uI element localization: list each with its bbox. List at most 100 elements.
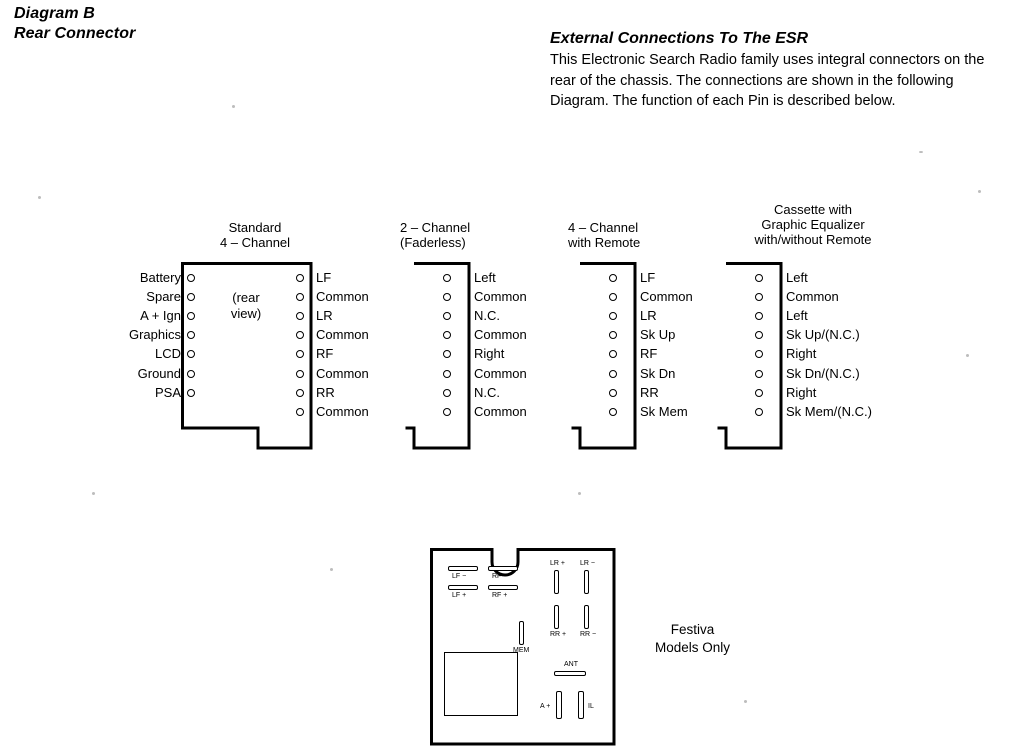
pin-label: Sk Mem/(N.C.) (786, 403, 872, 419)
pin-hole[interactable] (443, 402, 451, 421)
pin-label: Right (786, 346, 817, 362)
pin-label: Left (786, 269, 808, 285)
terminal-slot-il[interactable] (578, 691, 584, 719)
terminal-slot-rr-plus[interactable] (554, 605, 559, 629)
pin-label: Common (316, 327, 369, 343)
pin-label: Sk Mem (640, 403, 688, 419)
pin-label: Battery (139, 269, 181, 285)
pin-label: LR (316, 307, 333, 323)
pin-hole[interactable] (296, 306, 304, 325)
pin-labels-cassette: Left Common Left Sk Up/(N.C.) Right Sk D… (786, 268, 946, 422)
pin-hole[interactable] (443, 268, 451, 287)
pin-label: RF (316, 346, 334, 362)
pin-column-left-standard (187, 268, 195, 402)
pin-hole[interactable] (609, 383, 617, 402)
pin-label: Common (474, 288, 527, 304)
pin-hole[interactable] (296, 402, 304, 421)
pin-hole[interactable] (755, 345, 763, 364)
pin-hole[interactable] (755, 268, 763, 287)
pin-label: Common (640, 288, 693, 304)
pin-label: Common (474, 327, 527, 343)
pin-hole[interactable] (443, 364, 451, 383)
pin-label: Left (474, 269, 496, 285)
pin-column-two-channel (443, 268, 451, 422)
pin-label: Right (474, 346, 505, 362)
pin-label: RR (316, 384, 335, 400)
terminal-slot-rf-plus[interactable] (488, 585, 518, 590)
pin-hole[interactable] (187, 383, 195, 402)
pin-label: Common (786, 288, 839, 304)
diagram-subtitle: Rear Connector (14, 25, 136, 42)
pin-hole[interactable] (296, 364, 304, 383)
connector-heading-standard: Standard 4 – Channel (219, 220, 291, 250)
terminal-label-lf-plus: LF + (452, 592, 467, 599)
pin-hole[interactable] (187, 287, 195, 306)
pin-hole[interactable] (296, 345, 304, 364)
connector-body-cassette (717, 262, 783, 450)
diagram-label: Diagram B (14, 5, 95, 22)
scan-speck (744, 700, 747, 703)
terminal-slot-lr-plus[interactable] (554, 570, 559, 594)
pin-hole[interactable] (609, 306, 617, 325)
esr-description-block: External Connections To The ESR This Ele… (550, 29, 1010, 112)
scan-speck (919, 151, 923, 153)
pin-hole[interactable] (755, 287, 763, 306)
pin-hole[interactable] (296, 287, 304, 306)
terminal-slot-ant[interactable] (554, 671, 586, 676)
terminal-label-rr-minus: RR − (580, 631, 597, 638)
terminal-slot-a-plus[interactable] (556, 691, 562, 719)
festiva-caption: Festiva Models Only (655, 622, 731, 655)
terminal-slot-mem[interactable] (519, 621, 524, 645)
pin-hole[interactable] (755, 364, 763, 383)
pin-label: Common (316, 288, 369, 304)
pin-label: N.C. (474, 384, 500, 400)
terminal-slot-rf-minus[interactable] (488, 566, 518, 571)
pin-hole[interactable] (609, 268, 617, 287)
terminal-slot-rr-minus[interactable] (584, 605, 589, 629)
pin-hole[interactable] (609, 345, 617, 364)
pin-column-right-standard (296, 268, 304, 422)
pin-label: N.C. (474, 307, 500, 323)
pin-hole[interactable] (609, 364, 617, 383)
pin-label: LF (316, 269, 332, 285)
pin-label: LR (640, 307, 657, 323)
pin-label: Common (316, 403, 369, 419)
scan-speck (578, 492, 581, 495)
pin-hole[interactable] (187, 326, 195, 345)
pin-hole[interactable] (443, 326, 451, 345)
pin-hole[interactable] (755, 402, 763, 421)
pin-hole[interactable] (755, 306, 763, 325)
terminal-slot-lf-plus[interactable] (448, 585, 478, 590)
terminal-label-mem: MEM (513, 647, 530, 654)
pin-hole[interactable] (296, 383, 304, 402)
pin-hole[interactable] (187, 268, 195, 287)
pin-hole[interactable] (187, 364, 195, 383)
connector-body-two-channel (405, 262, 471, 450)
pin-hole[interactable] (609, 287, 617, 306)
pin-hole[interactable] (443, 287, 451, 306)
pin-labels-left-standard: Battery Spare A + Ign Graphics LCD Groun… (95, 268, 181, 402)
pin-hole[interactable] (296, 268, 304, 287)
pin-hole[interactable] (443, 383, 451, 402)
pin-hole[interactable] (443, 306, 451, 325)
terminal-slot-lf-minus[interactable] (448, 566, 478, 571)
pin-hole[interactable] (296, 326, 304, 345)
rear-view-note: (rear view) (230, 290, 262, 321)
pin-hole[interactable] (755, 383, 763, 402)
pin-label: Sk Dn (640, 365, 676, 381)
pin-hole[interactable] (755, 326, 763, 345)
pin-column-cassette (755, 268, 763, 422)
scan-speck (978, 190, 981, 193)
pin-label: Sk Up/(N.C.) (786, 327, 860, 343)
terminal-slot-lr-minus[interactable] (584, 570, 589, 594)
pin-hole[interactable] (609, 402, 617, 421)
connector-heading-cassette: Cassette with Graphic Equalizer with/wit… (754, 202, 872, 247)
pin-label: Spare (146, 288, 181, 304)
terminal-label-rf-plus: RF + (492, 592, 508, 599)
pin-label: RR (640, 384, 659, 400)
pin-hole[interactable] (187, 345, 195, 364)
pin-hole[interactable] (187, 306, 195, 325)
pin-hole[interactable] (609, 326, 617, 345)
pin-column-four-channel-remote (609, 268, 617, 422)
pin-hole[interactable] (443, 345, 451, 364)
